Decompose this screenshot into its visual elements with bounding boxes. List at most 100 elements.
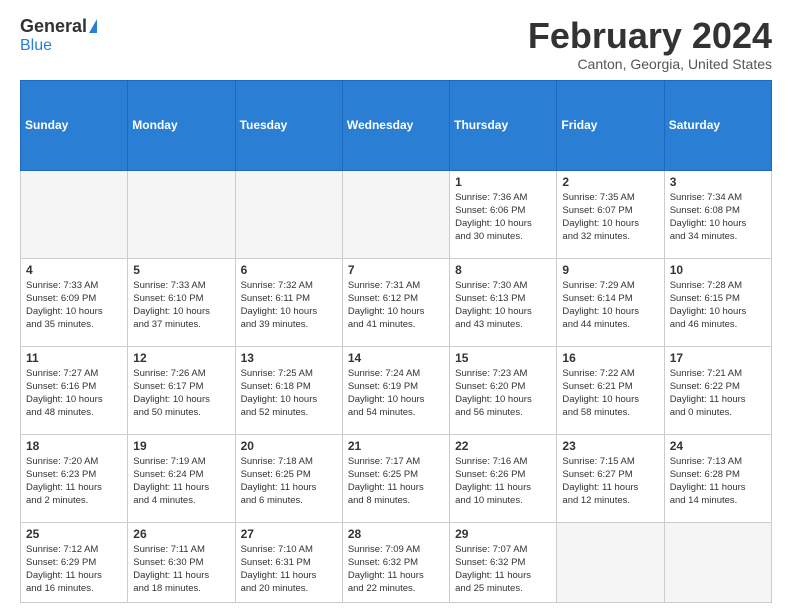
day-info: Sunrise: 7:31 AM Sunset: 6:12 PM Dayligh… bbox=[348, 279, 444, 332]
day-info: Sunrise: 7:26 AM Sunset: 6:17 PM Dayligh… bbox=[133, 367, 229, 420]
day-number: 8 bbox=[455, 263, 551, 277]
day-header-sunday: Sunday bbox=[21, 80, 128, 170]
day-number: 24 bbox=[670, 439, 766, 453]
day-info: Sunrise: 7:36 AM Sunset: 6:06 PM Dayligh… bbox=[455, 191, 551, 244]
day-info: Sunrise: 7:34 AM Sunset: 6:08 PM Dayligh… bbox=[670, 191, 766, 244]
day-info: Sunrise: 7:19 AM Sunset: 6:24 PM Dayligh… bbox=[133, 455, 229, 508]
day-info: Sunrise: 7:11 AM Sunset: 6:30 PM Dayligh… bbox=[133, 543, 229, 596]
day-number: 12 bbox=[133, 351, 229, 365]
calendar-cell: 25Sunrise: 7:12 AM Sunset: 6:29 PM Dayli… bbox=[21, 522, 128, 602]
day-info: Sunrise: 7:28 AM Sunset: 6:15 PM Dayligh… bbox=[670, 279, 766, 332]
day-number: 6 bbox=[241, 263, 337, 277]
day-number: 23 bbox=[562, 439, 658, 453]
calendar-cell: 4 Sunrise: 7:33 AM Sunset: 6:09 PM Daylig… bbox=[21, 258, 128, 346]
day-number: 28 bbox=[348, 527, 444, 541]
day-header-monday: Monday bbox=[128, 80, 235, 170]
day-info: Sunrise: 7:15 AM Sunset: 6:27 PM Dayligh… bbox=[562, 455, 658, 508]
day-number: 19 bbox=[133, 439, 229, 453]
day-info: Sunrise: 7:13 AM Sunset: 6:28 PM Dayligh… bbox=[670, 455, 766, 508]
day-info: Sunrise: 7:16 AM Sunset: 6:26 PM Dayligh… bbox=[455, 455, 551, 508]
month-title: February 2024 bbox=[528, 16, 772, 56]
day-info: Sunrise: 7:23 AM Sunset: 6:20 PM Dayligh… bbox=[455, 367, 551, 420]
day-header-wednesday: Wednesday bbox=[342, 80, 449, 170]
day-number: 2 bbox=[562, 175, 658, 189]
day-info: Sunrise: 7:20 AM Sunset: 6:23 PM Dayligh… bbox=[26, 455, 122, 508]
day-number: 18 bbox=[26, 439, 122, 453]
calendar-cell: 6 Sunrise: 7:32 AM Sunset: 6:11 PM Daylig… bbox=[235, 258, 342, 346]
calendar-cell: 5 Sunrise: 7:33 AM Sunset: 6:10 PM Daylig… bbox=[128, 258, 235, 346]
calendar-cell bbox=[557, 522, 664, 602]
calendar-cell: 18 Sunrise: 7:20 AM Sunset: 6:23 PM Dayli… bbox=[21, 434, 128, 522]
day-number: 15 bbox=[455, 351, 551, 365]
logo: General Blue bbox=[20, 16, 97, 55]
day-number: 9 bbox=[562, 263, 658, 277]
calendar-cell: 19 Sunrise: 7:19 AM Sunset: 6:24 PM Dayli… bbox=[128, 434, 235, 522]
day-header-saturday: Saturday bbox=[664, 80, 771, 170]
calendar-cell bbox=[342, 170, 449, 258]
page: General Blue February 2024 Canton, Georg… bbox=[0, 0, 792, 612]
calendar-cell: 21Sunrise: 7:17 AM Sunset: 6:25 PM Dayli… bbox=[342, 434, 449, 522]
title-block: February 2024 Canton, Georgia, United St… bbox=[528, 16, 772, 72]
calendar-cell: 2 Sunrise: 7:35 AM Sunset: 6:07 PM Daylig… bbox=[557, 170, 664, 258]
day-number: 13 bbox=[241, 351, 337, 365]
day-number: 27 bbox=[241, 527, 337, 541]
day-number: 14 bbox=[348, 351, 444, 365]
calendar-cell: 8Sunrise: 7:30 AM Sunset: 6:13 PM Daylig… bbox=[450, 258, 557, 346]
day-info: Sunrise: 7:07 AM Sunset: 6:32 PM Dayligh… bbox=[455, 543, 551, 596]
calendar-cell: 13 Sunrise: 7:25 AM Sunset: 6:18 PM Dayli… bbox=[235, 346, 342, 434]
calendar-cell: 26Sunrise: 7:11 AM Sunset: 6:30 PM Dayli… bbox=[128, 522, 235, 602]
calendar-cell: 11 Sunrise: 7:27 AM Sunset: 6:16 PM Dayli… bbox=[21, 346, 128, 434]
day-number: 17 bbox=[670, 351, 766, 365]
day-number: 4 bbox=[26, 263, 122, 277]
day-info: Sunrise: 7:33 AM Sunset: 6:09 PM Dayligh… bbox=[26, 279, 122, 332]
logo-blue: Blue bbox=[20, 37, 52, 55]
calendar-cell: 28 Sunrise: 7:09 AM Sunset: 6:32 PM Dayli… bbox=[342, 522, 449, 602]
day-info: Sunrise: 7:21 AM Sunset: 6:22 PM Dayligh… bbox=[670, 367, 766, 420]
calendar-cell: 7 Sunrise: 7:31 AM Sunset: 6:12 PM Daylig… bbox=[342, 258, 449, 346]
week-row-4: 18 Sunrise: 7:20 AM Sunset: 6:23 PM Dayli… bbox=[21, 434, 772, 522]
calendar-cell: 14 Sunrise: 7:24 AM Sunset: 6:19 PM Dayli… bbox=[342, 346, 449, 434]
day-number: 5 bbox=[133, 263, 229, 277]
day-number: 16 bbox=[562, 351, 658, 365]
calendar-cell bbox=[235, 170, 342, 258]
calendar-cell: 29 Sunrise: 7:07 AM Sunset: 6:32 PM Dayli… bbox=[450, 522, 557, 602]
day-info: Sunrise: 7:10 AM Sunset: 6:31 PM Dayligh… bbox=[241, 543, 337, 596]
day-number: 10 bbox=[670, 263, 766, 277]
day-number: 21 bbox=[348, 439, 444, 453]
logo-text: General bbox=[20, 16, 97, 37]
day-info: Sunrise: 7:27 AM Sunset: 6:16 PM Dayligh… bbox=[26, 367, 122, 420]
calendar-cell: 12 Sunrise: 7:26 AM Sunset: 6:17 PM Dayli… bbox=[128, 346, 235, 434]
day-number: 20 bbox=[241, 439, 337, 453]
logo-general: General bbox=[20, 16, 87, 37]
day-number: 7 bbox=[348, 263, 444, 277]
day-info: Sunrise: 7:24 AM Sunset: 6:19 PM Dayligh… bbox=[348, 367, 444, 420]
day-info: Sunrise: 7:29 AM Sunset: 6:14 PM Dayligh… bbox=[562, 279, 658, 332]
calendar-cell bbox=[128, 170, 235, 258]
calendar-cell: 27 Sunrise: 7:10 AM Sunset: 6:31 PM Dayli… bbox=[235, 522, 342, 602]
day-info: Sunrise: 7:33 AM Sunset: 6:10 PM Dayligh… bbox=[133, 279, 229, 332]
day-header-tuesday: Tuesday bbox=[235, 80, 342, 170]
location: Canton, Georgia, United States bbox=[528, 56, 772, 72]
calendar-cell bbox=[664, 522, 771, 602]
calendar-cell: 15 Sunrise: 7:23 AM Sunset: 6:20 PM Dayli… bbox=[450, 346, 557, 434]
day-number: 11 bbox=[26, 351, 122, 365]
day-header-friday: Friday bbox=[557, 80, 664, 170]
calendar-cell: 24 Sunrise: 7:13 AM Sunset: 6:28 PM Dayli… bbox=[664, 434, 771, 522]
day-info: Sunrise: 7:35 AM Sunset: 6:07 PM Dayligh… bbox=[562, 191, 658, 244]
day-info: Sunrise: 7:32 AM Sunset: 6:11 PM Dayligh… bbox=[241, 279, 337, 332]
calendar-cell: 9 Sunrise: 7:29 AM Sunset: 6:14 PM Daylig… bbox=[557, 258, 664, 346]
calendar-cell: 3Sunrise: 7:34 AM Sunset: 6:08 PM Daylig… bbox=[664, 170, 771, 258]
day-info: Sunrise: 7:25 AM Sunset: 6:18 PM Dayligh… bbox=[241, 367, 337, 420]
week-row-2: 4 Sunrise: 7:33 AM Sunset: 6:09 PM Daylig… bbox=[21, 258, 772, 346]
calendar-cell: 23 Sunrise: 7:15 AM Sunset: 6:27 PM Dayli… bbox=[557, 434, 664, 522]
day-info: Sunrise: 7:18 AM Sunset: 6:25 PM Dayligh… bbox=[241, 455, 337, 508]
header: General Blue February 2024 Canton, Georg… bbox=[20, 16, 772, 72]
week-row-1: 1Sunrise: 7:36 AM Sunset: 6:06 PM Daylig… bbox=[21, 170, 772, 258]
day-info: Sunrise: 7:09 AM Sunset: 6:32 PM Dayligh… bbox=[348, 543, 444, 596]
day-header-thursday: Thursday bbox=[450, 80, 557, 170]
day-info: Sunrise: 7:12 AM Sunset: 6:29 PM Dayligh… bbox=[26, 543, 122, 596]
day-number: 29 bbox=[455, 527, 551, 541]
header-row: SundayMondayTuesdayWednesdayThursdayFrid… bbox=[21, 80, 772, 170]
calendar-cell: 22Sunrise: 7:16 AM Sunset: 6:26 PM Dayli… bbox=[450, 434, 557, 522]
calendar-cell: 20 Sunrise: 7:18 AM Sunset: 6:25 PM Dayli… bbox=[235, 434, 342, 522]
